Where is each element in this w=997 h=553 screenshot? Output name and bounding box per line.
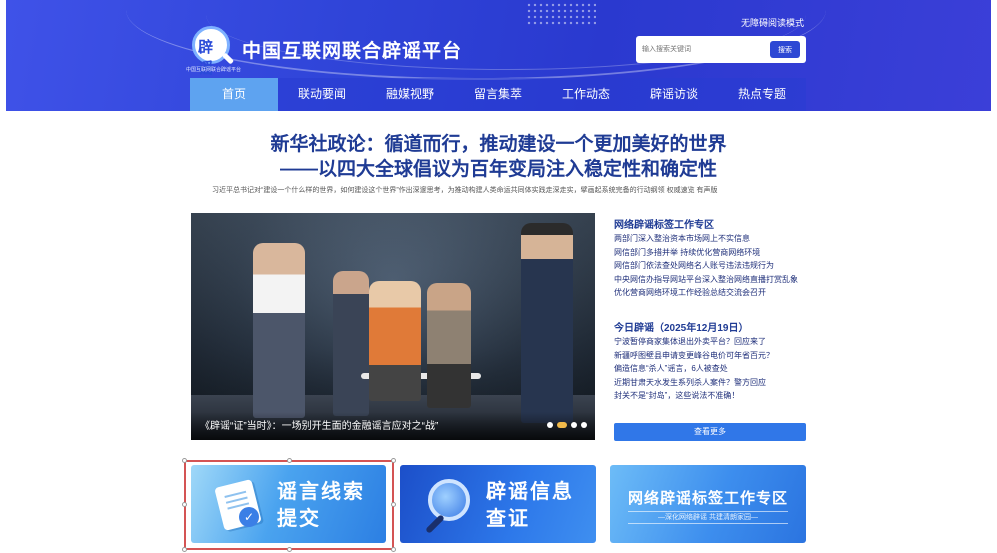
carousel-dot[interactable]	[571, 422, 577, 428]
news-link[interactable]: 新疆呼图壁县申请变更峰谷电价可年省百元？	[614, 349, 774, 363]
carousel-dot[interactable]	[581, 422, 587, 428]
section-title-today-rumors[interactable]: 今日辟谣（2025年12月19日）	[614, 319, 749, 334]
featured-carousel[interactable]: 《辟谣“证”当时》：一场别开生面的金融谣言应对之“战”	[191, 213, 595, 440]
news-link[interactable]: 近期甘肃天水发生系列杀人案件？警方回应	[614, 376, 774, 390]
banner-label-zone-slogan: —深化网络辟谣 共建清朗家园—	[628, 511, 788, 524]
nav-item-linked-news[interactable]: 联动要闻	[278, 78, 366, 111]
news-link[interactable]: 两部门深入整治资本市场网上不实信息	[614, 232, 798, 246]
photo-figure	[369, 281, 421, 401]
nav-item-media-vision[interactable]: 融媒视野	[366, 78, 454, 111]
magnifier-handle-icon	[425, 514, 445, 534]
view-more-button[interactable]: 查看更多	[614, 423, 806, 441]
resize-handle[interactable]	[182, 458, 187, 463]
nav-item-home[interactable]: 首页	[190, 78, 278, 111]
nav-item-messages[interactable]: 留言集萃	[454, 78, 542, 111]
logo-subtitle: 中国互联网联合辟谣平台	[186, 67, 242, 73]
headline-title[interactable]: 新华社政论：循道而行，推动建设一个更加美好的世界	[0, 129, 997, 156]
header-dot-pattern	[526, 2, 596, 26]
site-title[interactable]: 中国互联网联合辟谣平台	[242, 36, 462, 63]
magnifier-icon	[428, 479, 470, 521]
resize-handle[interactable]	[182, 547, 187, 552]
banner-line: 查证	[486, 508, 530, 530]
resize-handle[interactable]	[287, 547, 292, 552]
news-link[interactable]: 优化营商网络环境工作经验总结交流会召开	[614, 286, 798, 300]
news-link[interactable]: 网信部门多措并举 持续优化营商网络环境	[614, 246, 798, 260]
banner-line: 辟谣信息	[486, 481, 574, 503]
photo-figure	[333, 271, 369, 416]
nav-item-hot-topics[interactable]: 热点专题	[718, 78, 806, 111]
resize-handle[interactable]	[391, 547, 396, 552]
label-zone-news-list: 两部门深入整治资本市场网上不实信息 网信部门多措并举 持续优化营商网络环境 网信…	[614, 232, 798, 300]
news-link[interactable]: 中央网信办指导网站平台深入整治网络直播打赏乱象	[614, 273, 798, 287]
main-nav: 首页 联动要闻 融媒视野 留言集萃 工作动态 辟谣访谈 热点专题	[190, 78, 806, 111]
resize-handle[interactable]	[391, 502, 396, 507]
banner-label-zone-title: 网络辟谣标签工作专区	[627, 490, 788, 507]
photo-figure	[427, 283, 471, 408]
resize-handle[interactable]	[287, 458, 292, 463]
nav-item-interviews[interactable]: 辟谣访谈	[630, 78, 718, 111]
nav-item-work-updates[interactable]: 工作动态	[542, 78, 630, 111]
search-input[interactable]	[642, 40, 762, 59]
carousel-caption[interactable]: 《辟谣“证”当时》：一场别开生面的金融谣言应对之“战”	[200, 417, 438, 432]
headline-subtitle[interactable]: ——以四大全球倡议为百年变局注入稳定性和确定性	[0, 154, 997, 181]
carousel-dot-active[interactable]	[557, 422, 567, 428]
search-button[interactable]: 搜索	[770, 41, 800, 58]
carousel-pagination	[547, 422, 587, 428]
news-link[interactable]: 偏造信息“杀人”谣言，6人被查处	[614, 362, 774, 376]
banner-label-zone[interactable]: 网络辟谣标签工作专区 —深化网络辟谣 共建清朗家园—	[610, 465, 806, 543]
resize-handle[interactable]	[182, 502, 187, 507]
news-link[interactable]: 网信部门依法查处网络名人账号违法违规行为	[614, 259, 798, 273]
headline-summary: 习近平总书记对“建设一个什么样的世界，如何建设这个世界”作出深邃思考，为推动构建…	[212, 187, 718, 194]
banner-rumor-verify[interactable]: 辟谣信息 查证	[400, 465, 596, 543]
today-rumors-list: 宁波暂停商家集体退出外卖平台？回应来了 新疆呼图壁县申请变更峰谷电价可年省百元？…	[614, 335, 774, 403]
news-link[interactable]: 封关不是“封岛”，这些说法不准确！	[614, 389, 774, 403]
barrier-free-link[interactable]: 无障碍阅读模式	[741, 16, 804, 29]
carousel-dot[interactable]	[547, 422, 553, 428]
news-link[interactable]: 宁波暂停商家集体退出外卖平台？回应来了	[614, 335, 774, 349]
photo-figure	[521, 223, 573, 423]
section-title-label-zone[interactable]: 网络辟谣标签工作专区	[614, 216, 714, 231]
photo-figure	[253, 243, 305, 418]
banner-rumor-verify-text: 辟谣信息 查证	[486, 479, 574, 533]
selection-outline	[182, 458, 396, 552]
resize-handle[interactable]	[391, 458, 396, 463]
search-box: 搜索	[636, 36, 806, 63]
